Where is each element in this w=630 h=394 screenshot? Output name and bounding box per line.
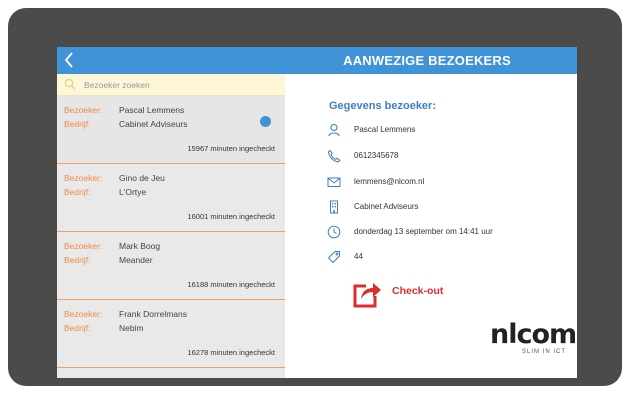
- back-button[interactable]: [59, 49, 81, 71]
- details-title: Gegevens bezoeker:: [329, 100, 436, 112]
- visitor-company: Meander: [119, 255, 153, 265]
- nlcom-logo: nlcom SLIM IN ICT: [490, 319, 577, 367]
- clock-icon: [327, 225, 341, 239]
- detail-checkin-time: donderdag 13 september om 14:41 uur: [354, 227, 493, 236]
- company-label: Bedrijf:: [64, 323, 91, 333]
- back-chevron-icon: [64, 52, 73, 68]
- tablet-frame: AANWEZIGE BEZOEKERS Bezoeker: Pascal Lem…: [8, 8, 622, 386]
- checkout-label: Check-out: [392, 285, 444, 297]
- detail-email: lemmens@nlcom.nl: [354, 177, 425, 186]
- visitor-label: Bezoeker:: [64, 173, 103, 183]
- detail-phone: 0612345678: [354, 151, 399, 160]
- checked-in-duration: 15967 minuten ingecheckt: [187, 144, 275, 153]
- visitor-label: Bezoeker:: [64, 241, 103, 251]
- email-icon: [327, 177, 341, 187]
- visitor-label: Bezoeker:: [64, 309, 103, 319]
- visitor-list-pane: Bezoeker: Pascal Lemmens Bedrijf: Cabine…: [57, 74, 285, 378]
- visitor-name: Gino de Jeu: [119, 173, 165, 183]
- building-icon: [330, 200, 338, 214]
- visitor-company: L'Ortye: [119, 187, 147, 197]
- detail-company: Cabinet Adviseurs: [354, 202, 419, 211]
- visitor-list-item[interactable]: Bezoeker: Gino de Jeu Bedrijf: L'Ortye 1…: [57, 164, 285, 232]
- checked-in-duration: 16278 minuten ingecheckt: [187, 348, 275, 357]
- checked-in-duration: 16001 minuten ingecheckt: [187, 212, 275, 221]
- detail-tag: 44: [354, 252, 363, 261]
- page-title: AANWEZIGE BEZOEKERS: [343, 53, 511, 68]
- visitor-list-item[interactable]: Bezoeker: Pascal Lemmens Bedrijf: Cabine…: [57, 96, 285, 164]
- search-input[interactable]: [84, 76, 274, 93]
- visitor-details-pane: Gegevens bezoeker: Pascal Lemmens 061234…: [285, 74, 577, 378]
- visitor-company: Cabinet Adviseurs: [119, 119, 188, 129]
- person-icon: [328, 123, 340, 137]
- detail-name: Pascal Lemmens: [354, 125, 416, 134]
- visitor-label: Bezoeker:: [64, 105, 103, 115]
- company-label: Bedrijf:: [64, 119, 91, 129]
- company-label: Bedrijf:: [64, 255, 91, 265]
- company-label: Bedrijf:: [64, 187, 91, 197]
- search-icon: [64, 78, 76, 90]
- checked-in-duration: 16188 minuten ingecheckt: [187, 280, 275, 289]
- selected-indicator: [260, 116, 271, 127]
- logo-text: nlcom: [490, 319, 577, 350]
- visitor-name: Pascal Lemmens: [119, 105, 185, 115]
- app-screen: AANWEZIGE BEZOEKERS Bezoeker: Pascal Lem…: [57, 47, 577, 378]
- visitor-name: Mark Boog: [119, 241, 161, 251]
- visitor-company: Nebim: [119, 323, 144, 333]
- checkout-button[interactable]: Check-out: [352, 278, 462, 310]
- search-bar: [57, 74, 285, 96]
- visitor-list-item[interactable]: Bezoeker: Frank Dorrelmans Bedrijf: Nebi…: [57, 300, 285, 368]
- top-bar: AANWEZIGE BEZOEKERS: [57, 47, 577, 74]
- visitor-list: Bezoeker: Pascal Lemmens Bedrijf: Cabine…: [57, 96, 285, 368]
- phone-icon: [327, 149, 341, 163]
- visitor-name: Frank Dorrelmans: [119, 309, 188, 319]
- visitor-list-item[interactable]: Bezoeker: Mark Boog Bedrijf: Meander 161…: [57, 232, 285, 300]
- tag-icon: [327, 251, 340, 264]
- checkout-arrow-icon: [353, 283, 381, 308]
